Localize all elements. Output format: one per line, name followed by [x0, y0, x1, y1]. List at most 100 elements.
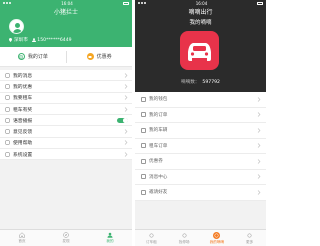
more-icon — [246, 232, 253, 239]
chevron-right-icon — [124, 140, 128, 146]
profile-info: 深圳市 150******6449 — [9, 37, 126, 43]
chevron-right-icon — [124, 72, 128, 78]
chevron-right-icon — [257, 159, 261, 164]
battery-icon — [123, 1, 129, 5]
menu-item-label: 我的订单 — [149, 112, 168, 118]
tab-discover-label: 发现 — [62, 239, 70, 243]
menu-item-7[interactable]: 系统设置 — [0, 149, 132, 161]
account-menu: 我的钱包我的订单我的车辆租车订单优惠券消息中心邀请好友 — [135, 92, 266, 201]
order-icon — [17, 53, 25, 60]
compass-icon — [63, 232, 69, 238]
chevron-right-icon — [257, 190, 261, 195]
menu-item-3[interactable]: 租车有奖 — [0, 104, 132, 116]
section-title: 我的嘀嘀 — [189, 20, 212, 26]
gift-icon — [5, 84, 10, 89]
menu-item-0[interactable]: 我的消息 — [0, 70, 132, 82]
tab-label: 订车租 — [145, 239, 157, 244]
tab-home[interactable]: 首页 — [0, 230, 44, 246]
chevron-right-icon — [257, 128, 261, 133]
page-title: 小猪拦士 — [0, 6, 132, 16]
car-icon — [5, 95, 10, 100]
tab-mine[interactable]: 我的 — [88, 230, 132, 246]
menu-item-label: 我的优惠 — [13, 84, 33, 90]
tab-1[interactable]: 找停场 — [168, 230, 201, 246]
chevron-right-icon — [257, 112, 261, 117]
settings-menu: 我的消息我的优惠我要租车租车有奖语音播报意见反馈使用帮助系统设置 — [0, 70, 132, 161]
settings-icon — [5, 151, 10, 157]
user-icon — [107, 232, 113, 238]
menu-item-0[interactable]: 我的钱包 — [135, 92, 266, 108]
menu-item-label: 优惠券 — [149, 159, 163, 165]
tab-mine-label: 我的 — [106, 239, 114, 243]
invite-icon — [141, 189, 146, 195]
tab-3[interactable]: 更多 — [233, 230, 266, 246]
feedback-icon — [5, 129, 10, 134]
menu-item-label: 意见反馈 — [13, 130, 33, 136]
menu-item-3[interactable]: 租车订单 — [135, 139, 266, 154]
status-time: 16:04 — [61, 0, 73, 6]
coupon-button[interactable]: 优惠券 — [66, 53, 132, 60]
coupon-label: 优惠券 — [96, 54, 112, 60]
parking-icon — [181, 232, 188, 239]
tab-home-label: 首页 — [18, 239, 26, 243]
menu-item-1[interactable]: 我的订单 — [135, 108, 266, 123]
menu-item-2[interactable]: 我要租车 — [0, 93, 132, 104]
chevron-right-icon — [257, 97, 261, 102]
signal-icon — [3, 2, 11, 4]
menu-item-6[interactable]: 邀请好友 — [135, 185, 266, 201]
coupon-icon — [141, 158, 146, 164]
tab-discover[interactable]: 发现 — [44, 230, 88, 246]
speaker-icon — [5, 118, 10, 123]
right-phone-screen: 16:04 嘀嘀出行 我的嘀嘀 嘀嘀数： 597792 我的钱包 我的订单 我的车辆租… — [135, 0, 266, 246]
menu-item-label: 我的钱包 — [149, 97, 168, 103]
menu-item-label: 系统设置 — [13, 152, 33, 158]
chevron-right-icon — [124, 84, 128, 89]
score-label: 嘀嘀数： — [181, 80, 200, 85]
menu-item-label: 语音播报 — [13, 118, 33, 124]
menu-item-label: 消息中心 — [149, 174, 168, 180]
left-phone-screen: 16:04 小猪拦士 深圳市 150******6449 我的订单 优惠券 我的… — [0, 0, 132, 246]
menu-item-6[interactable]: 使用帮助 — [0, 138, 132, 150]
battery-icon — [257, 1, 263, 5]
signal-icon — [138, 2, 146, 4]
menu-item-2[interactable]: 我的车辆 — [135, 123, 266, 139]
tab-2[interactable]: 我的嘀嘀 — [201, 230, 234, 246]
chevron-right-icon — [124, 106, 128, 112]
car-icon — [148, 232, 155, 239]
menu-item-label: 使用帮助 — [13, 141, 33, 147]
profile-header: 我的嘀嘀 嘀嘀数： 597792 — [135, 16, 266, 92]
menu-item-5[interactable]: 消息中心 — [135, 170, 266, 185]
page-title: 嘀嘀出行 — [135, 6, 266, 16]
bottom-tab-bar: 首页 发现 我的 — [0, 229, 132, 246]
order-icon — [141, 112, 146, 118]
tab-label: 更多 — [246, 239, 254, 244]
car-icon — [141, 127, 146, 133]
chevron-right-icon — [124, 129, 128, 134]
message-icon — [5, 72, 10, 78]
menu-item-label: 我的消息 — [13, 73, 33, 79]
wallet-icon — [141, 96, 146, 102]
tab-label: 找停场 — [178, 239, 190, 244]
menu-item-4[interactable]: 优惠券 — [135, 154, 266, 170]
menu-item-label: 租车有奖 — [13, 107, 33, 113]
menu-item-1[interactable]: 我的优惠 — [0, 81, 132, 93]
voice-toggle[interactable] — [117, 117, 128, 124]
menu-item-label: 租车订单 — [149, 143, 168, 149]
user-icon — [213, 231, 221, 239]
menu-item-label: 我的车辆 — [149, 128, 168, 134]
coupon-icon — [86, 53, 94, 60]
my-orders-button[interactable]: 我的订单 — [0, 53, 66, 60]
chevron-right-icon — [257, 174, 261, 179]
location-pin-icon — [9, 38, 12, 42]
menu-item-label: 邀请好友 — [149, 190, 168, 196]
bottom-tab-bar: 订车租 找停场 我的嘀嘀 更多 — [135, 229, 266, 246]
tab-label: 我的嘀嘀 — [209, 239, 225, 244]
help-icon — [5, 140, 10, 146]
menu-item-5[interactable]: 意见反馈 — [0, 126, 132, 138]
menu-item-label: 我要租车 — [13, 96, 33, 102]
phone-number: 150******6449 — [37, 37, 72, 43]
city-label: 深圳市 — [14, 38, 28, 43]
avatar[interactable] — [9, 19, 24, 34]
tab-0[interactable]: 订车租 — [135, 230, 168, 246]
menu-item-4[interactable]: 语音播报 — [0, 115, 132, 127]
